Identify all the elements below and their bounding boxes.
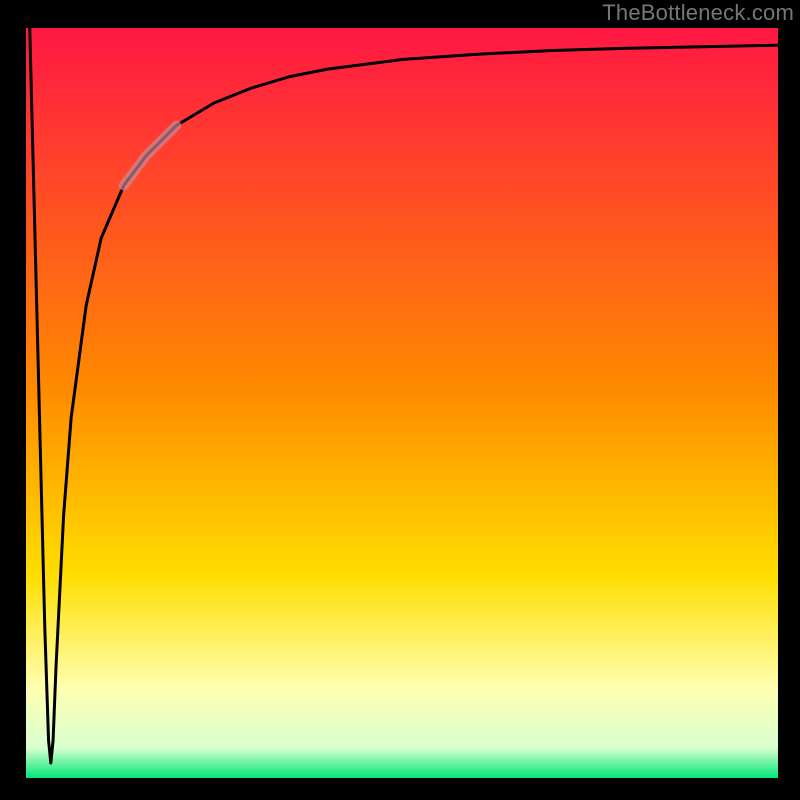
plot-area bbox=[26, 28, 778, 778]
chart-curve-layer bbox=[26, 28, 778, 778]
bottleneck-curve bbox=[30, 28, 778, 763]
attribution-label: TheBottleneck.com bbox=[602, 0, 794, 26]
curve-highlight-segment bbox=[124, 126, 177, 186]
chart-frame bbox=[26, 28, 778, 778]
